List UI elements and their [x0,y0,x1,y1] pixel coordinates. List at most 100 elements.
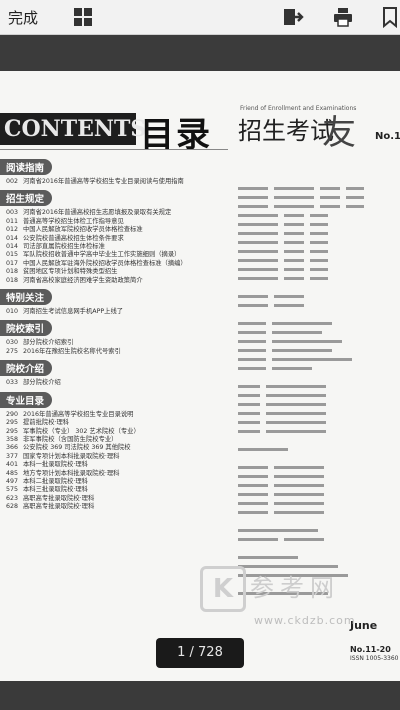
masthead-line [238,394,260,397]
masthead-line [238,232,278,235]
toolbar: 完成 [0,0,400,35]
masthead-line [274,484,324,487]
toc-item-title: 本科一批录取院校·理科 [23,461,88,469]
document-page[interactable]: CONTENTS 目录 Friend of Enrollment and Exa… [0,71,400,681]
masthead-line [238,538,278,541]
toc-item: 015 军队院校招收普通中学高中毕业生工作实施细则（摘录） [0,251,225,259]
toc-item-title: 公安院校普通高校招生体检条件要求 [23,234,124,242]
masthead-line [238,358,266,361]
masthead-line [238,484,268,487]
masthead-line [266,394,326,397]
masthead-line [238,250,278,253]
toc-page-number: 030 [5,339,18,347]
toc-page-number: 401 [5,461,18,469]
toc-item-title: 公安院校 369 司法院校 369 其他院校 [23,444,131,452]
bookmark-icon[interactable] [380,6,400,29]
toc-item-title: 河南省2016年普通高校招生志愿填报及录取有关规定 [23,209,172,217]
masthead-line [238,475,268,478]
watermark-url: www.ckdzb.com [254,614,356,627]
toc-page-number: 295 [5,427,18,435]
toc-item-title: 军队院校招收普通中学高中毕业生工作实施细则（摘录） [23,251,181,259]
masthead-line [266,385,326,388]
toc-item-title: 2016年普通高等学校招生专业目录说明 [23,410,134,418]
toc-item-title: 中国人民解放军院校招收学员体格检查标准 [23,226,143,234]
toc-page-number: 011 [5,217,18,225]
toc-section-title: 特别关注 [0,289,52,306]
toc-page-number: 014 [5,234,18,242]
toc-item: 377 国家专项计划本科批录取院校·理科 [0,453,225,461]
toc-item: 017 中国人民解放军驻海外院校招收学员体格检查标准（摘编） [0,260,225,268]
masthead-line [272,367,312,370]
toc-page-number: 015 [5,251,18,259]
toc-section-title: 专业目录 [0,391,52,408]
masthead-line [238,466,268,469]
masthead-line [274,304,304,307]
issue-number: No.11 [375,131,400,142]
masthead-line [274,511,324,514]
toc-page-number: 002 [5,178,18,185]
masthead-line [272,322,332,325]
masthead-line [310,259,328,262]
masthead-line [310,250,328,253]
toc-item-title: 部分院校介绍 [23,379,61,387]
toc-item: 275 2016年在豫招生院校名称代号索引 [0,348,225,356]
magazine-you: 友 [322,113,356,153]
masthead-line [238,322,266,325]
masthead-text-lines [238,187,364,595]
masthead-line [238,430,260,433]
toc-item-title: 普通高等学校招生体检工作指导意见 [23,217,124,225]
masthead-line [284,259,304,262]
masthead-line [238,493,268,496]
masthead-line [320,196,340,199]
toc-page-number: 485 [5,469,18,477]
masthead-line [274,475,324,478]
masthead-line [284,250,304,253]
masthead-line [238,448,288,451]
masthead-line [310,268,328,271]
masthead-line [272,358,352,361]
toc-item: 014 公安院校普通高校招生体检条件要求 [0,235,225,243]
toc-section-title: 院校介绍 [0,360,52,377]
watermark-text: 参考网 [250,574,340,602]
toc-item-title: 高职高专批录取院校·理科 [23,503,95,511]
masthead-line [238,241,278,244]
exit-icon[interactable] [282,6,304,28]
toc-item-title: 本科三批录取院校·理科 [23,486,88,494]
masthead-line [266,403,326,406]
toc-item: 018 河南省高校家庭经济困难学生资助政策简介 [0,277,225,285]
masthead-line [274,502,324,505]
masthead-line [238,295,268,298]
toc-page-number: 623 [5,494,18,502]
toc-item-title: 国家专项计划本科批录取院校·理科 [23,452,120,460]
masthead-line [266,412,326,415]
toc-item-title: 提前批院校·理科 [23,419,70,427]
toc-item-title: 河南招生考试信息网手机APP上线了 [23,308,124,316]
masthead-line [238,304,268,307]
done-button[interactable]: 完成 [8,7,38,28]
toc-item: 290 2016年普通高等学校招生专业目录说明 [0,411,225,419]
toc-item: 011 普通高等学校招生体检工作指导意见 [0,218,225,226]
masthead-line [272,349,332,352]
masthead-line [284,268,304,271]
masthead-line [310,232,328,235]
toc-page-number: 628 [5,503,18,511]
masthead-line [238,511,268,514]
masthead-line [310,223,328,226]
toc-item: 002 河南省2016年普通高等学校招生专业目录阅读与使用指南 [0,178,225,186]
masthead-line [238,196,268,199]
print-icon[interactable] [332,6,354,28]
toc-page-number: 014 [5,243,18,251]
toc-page-number: 295 [5,419,18,427]
toc-item-title: 军事院校（专业） 302 艺术院校（专业） [23,427,140,435]
bottom-bar [0,681,400,710]
masthead-line [272,331,322,334]
masthead-line [274,196,314,199]
masthead-line [310,241,328,244]
toc-section-title: 招生规定 [0,190,52,207]
toc-item-title: 地方专项计划本科批录取院校·理科 [23,469,120,477]
toc-item: 030 部分院校介绍索引 [0,339,225,347]
toc-item-title: 高职高专批录取院校·理科 [23,494,95,502]
grid-icon[interactable] [72,6,94,28]
toc-page-number: 377 [5,452,18,460]
toc-page-number: 003 [5,209,18,217]
